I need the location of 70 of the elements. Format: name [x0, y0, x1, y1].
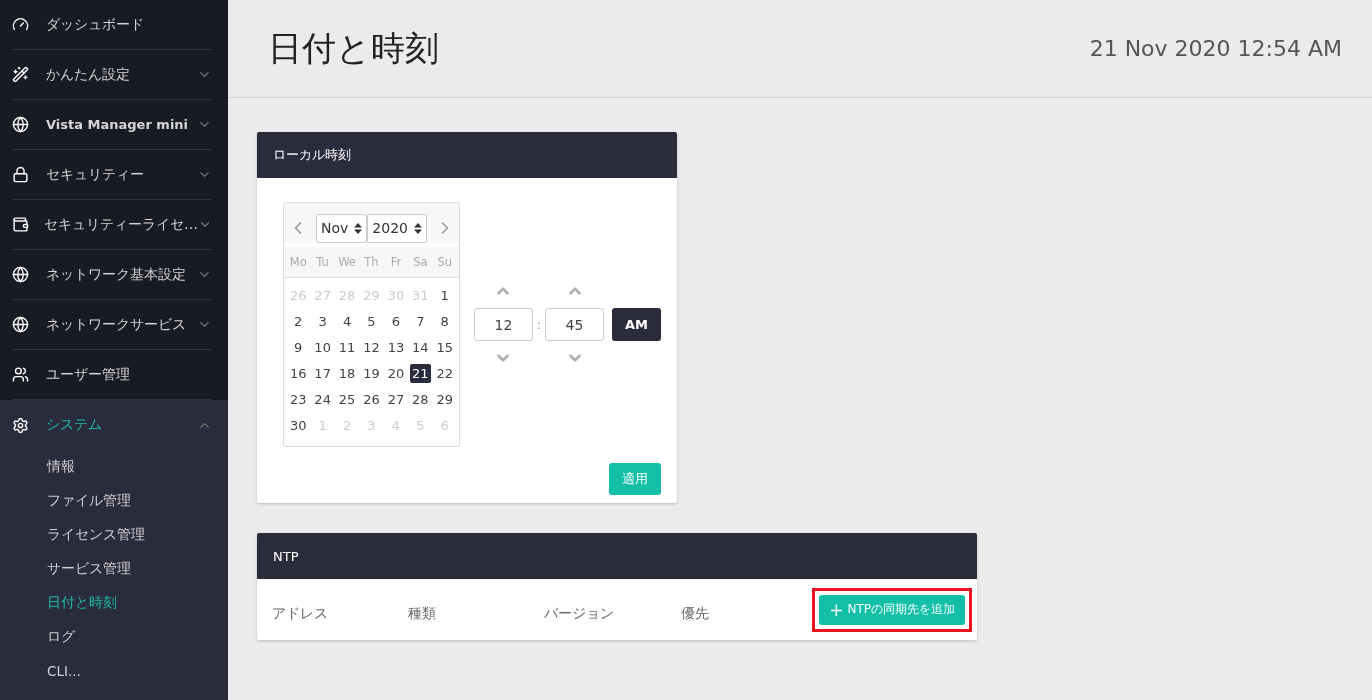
column-header: アドレス [272, 603, 329, 623]
sidebar-subitem[interactable]: ライセンス管理 [0, 518, 228, 552]
current-datetime: 21 Nov 2020 12:54 AM [1089, 36, 1342, 61]
calendar-day[interactable]: 17 [312, 363, 333, 383]
column-header: 種類 [408, 603, 437, 623]
calendar-day[interactable]: 4 [340, 311, 354, 331]
calendar-day[interactable]: 14 [410, 337, 431, 357]
calendar-day[interactable]: 7 [414, 311, 427, 331]
sort-arrows-icon [413, 222, 422, 234]
calendar-day[interactable]: 22 [434, 363, 455, 383]
card-title: ローカル時刻 [273, 146, 351, 164]
month-select[interactable]: Nov [316, 213, 368, 243]
calendar-day[interactable]: 25 [336, 389, 358, 409]
calendar-day[interactable]: 27 [385, 389, 407, 409]
calendar-day[interactable]: 28 [410, 389, 431, 409]
sidebar-subitem[interactable]: ログ [0, 620, 228, 654]
calendar-day[interactable]: 10 [312, 337, 333, 357]
year-select[interactable]: 2020 [367, 213, 427, 243]
sidebar-item[interactable]: ネットワーク基本設定 [12, 250, 212, 300]
sidebar-item[interactable]: ネットワークサービス [12, 300, 212, 350]
calendar-day[interactable]: 1 [438, 285, 451, 305]
users-icon [12, 366, 29, 383]
calendar-day[interactable]: 16 [287, 363, 309, 383]
sidebar-item[interactable]: システム [0, 400, 228, 450]
calendar-day[interactable]: 20 [385, 363, 407, 383]
calendar-day[interactable]: 9 [292, 337, 305, 357]
calendar-day[interactable]: 2 [292, 311, 305, 331]
calendar-day[interactable]: 26 [361, 389, 382, 409]
sidebar-subitem[interactable]: サービス管理 [0, 552, 228, 586]
lock-icon [12, 166, 29, 183]
calendar-day[interactable]: 24 [312, 389, 333, 409]
sidebar-subitem[interactable]: 日付と時刻 [0, 586, 228, 620]
sidebar-item[interactable]: かんたん設定 [12, 50, 212, 100]
sidebar-item[interactable]: セキュリティーライセ… [12, 200, 212, 250]
calendar-day[interactable]: 6 [389, 311, 403, 331]
settings-icon [12, 416, 29, 434]
card-title: NTP [273, 548, 299, 564]
sidebar-item[interactable]: セキュリティー [12, 150, 212, 200]
wallet-icon [12, 216, 29, 233]
column-header: バージョン [544, 603, 615, 623]
globe-icon [12, 116, 29, 133]
calendar-day[interactable]: 5 [365, 311, 378, 331]
calendar-day[interactable]: 29 [434, 389, 455, 409]
sidebar-item[interactable]: ダッシュボード [12, 0, 212, 50]
calendar-day[interactable]: 13 [385, 337, 407, 357]
calendar-day[interactable]: 12 [361, 337, 382, 357]
calendar-day[interactable]: 30 [287, 415, 309, 435]
calendar-day[interactable]: 23 [287, 389, 309, 409]
hour-field[interactable]: 12 [473, 308, 533, 341]
calendar-day[interactable]: 8 [438, 311, 451, 331]
minute-field[interactable]: 45 [545, 308, 604, 341]
sidebar-subitem[interactable]: ファイル管理 [0, 484, 228, 518]
meridiem-button[interactable]: AM [612, 308, 661, 341]
globe-icon [12, 316, 29, 333]
calendar-day[interactable]: 3 [316, 311, 329, 331]
page-title: 日付と時刻 [268, 26, 439, 70]
sidebar-subitem[interactable]: 情報 [0, 450, 228, 484]
calendar-day[interactable]: 21 [410, 363, 431, 383]
gauge-icon [12, 16, 29, 33]
calendar-day[interactable]: 19 [361, 363, 382, 383]
calendar-day[interactable]: 18 [336, 363, 358, 383]
column-header: 優先 [681, 603, 710, 623]
globe-icon [12, 266, 29, 283]
calendar-day[interactable]: 15 [434, 337, 455, 357]
magic-wand-icon [12, 66, 29, 83]
sidebar-item[interactable]: Vista Manager mini [12, 100, 212, 150]
calendar-day[interactable]: 11 [336, 337, 358, 357]
time-separator: : [536, 317, 541, 332]
sort-arrows-icon [354, 222, 363, 234]
sidebar-subitem[interactable]: CLI... [0, 654, 228, 688]
